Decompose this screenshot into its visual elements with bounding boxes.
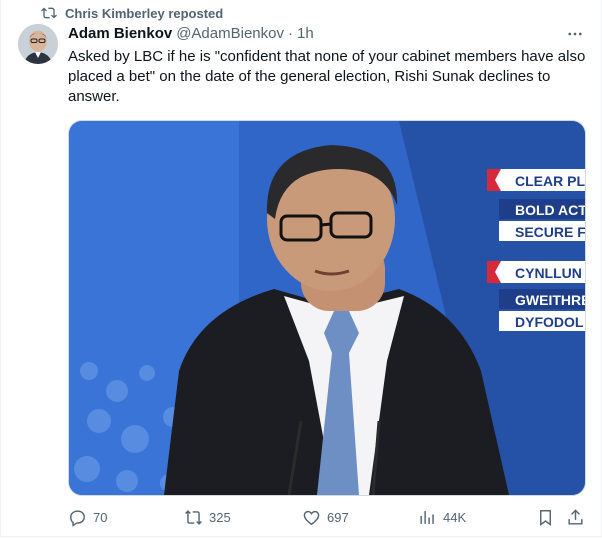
share-button[interactable]	[566, 506, 585, 528]
reply-icon	[70, 509, 85, 527]
banner-line-5: GWEITHRE	[515, 292, 585, 308]
author-handle[interactable]: @AdamBienkov	[176, 25, 284, 42]
tweet-text: Asked by LBC if he is "confident that no…	[68, 48, 586, 105]
repost-label: Chris Kimberley reposted	[65, 5, 224, 21]
banner-line-6: DYFODOL	[515, 314, 584, 330]
view-count: 44K	[443, 509, 467, 525]
banner-line-2: BOLD ACTI	[515, 202, 585, 218]
banner-line-3: SECURE F	[515, 224, 585, 240]
share-icon	[568, 508, 583, 525]
tweet-header: Adam Bienkov @AdamBienkov · 1h	[68, 25, 314, 42]
action-bar: 70 325 697 44K	[68, 506, 588, 528]
bookmark-button[interactable]	[536, 506, 555, 528]
media-image: CLEAR PLAN BOLD ACTI SECURE F CYNLLUN CL…	[69, 121, 585, 495]
reply-button[interactable]: 70	[68, 506, 107, 528]
heart-icon	[303, 510, 320, 525]
tweet-card[interactable]: Chris Kimberley reposted Adam Bienkov @A…	[0, 0, 602, 537]
repost-icon	[41, 7, 57, 19]
author-name[interactable]: Adam Bienkov	[68, 25, 172, 42]
banner-line-1: CLEAR PLAN	[515, 173, 585, 189]
tweet-media[interactable]: CLEAR PLAN BOLD ACTI SECURE F CYNLLUN CL…	[68, 120, 586, 496]
repost-indicator[interactable]: Chris Kimberley reposted	[41, 4, 223, 22]
like-count: 697	[327, 509, 349, 525]
bookmark-icon	[540, 509, 551, 526]
timestamp[interactable]: 1h	[297, 25, 314, 42]
views-button[interactable]: 44K	[418, 506, 466, 528]
repost-icon	[185, 509, 202, 525]
analytics-icon	[420, 510, 434, 524]
ellipsis-icon	[568, 32, 582, 36]
repost-count: 325	[209, 509, 231, 525]
more-options-button[interactable]	[563, 24, 587, 44]
avatar[interactable]	[18, 24, 58, 64]
repost-button[interactable]: 325	[184, 506, 231, 528]
banner-line-4: CYNLLUN CL	[515, 265, 585, 281]
reply-count: 70	[93, 509, 108, 525]
separator-dot: ·	[287, 25, 293, 42]
like-button[interactable]: 697	[302, 506, 349, 528]
